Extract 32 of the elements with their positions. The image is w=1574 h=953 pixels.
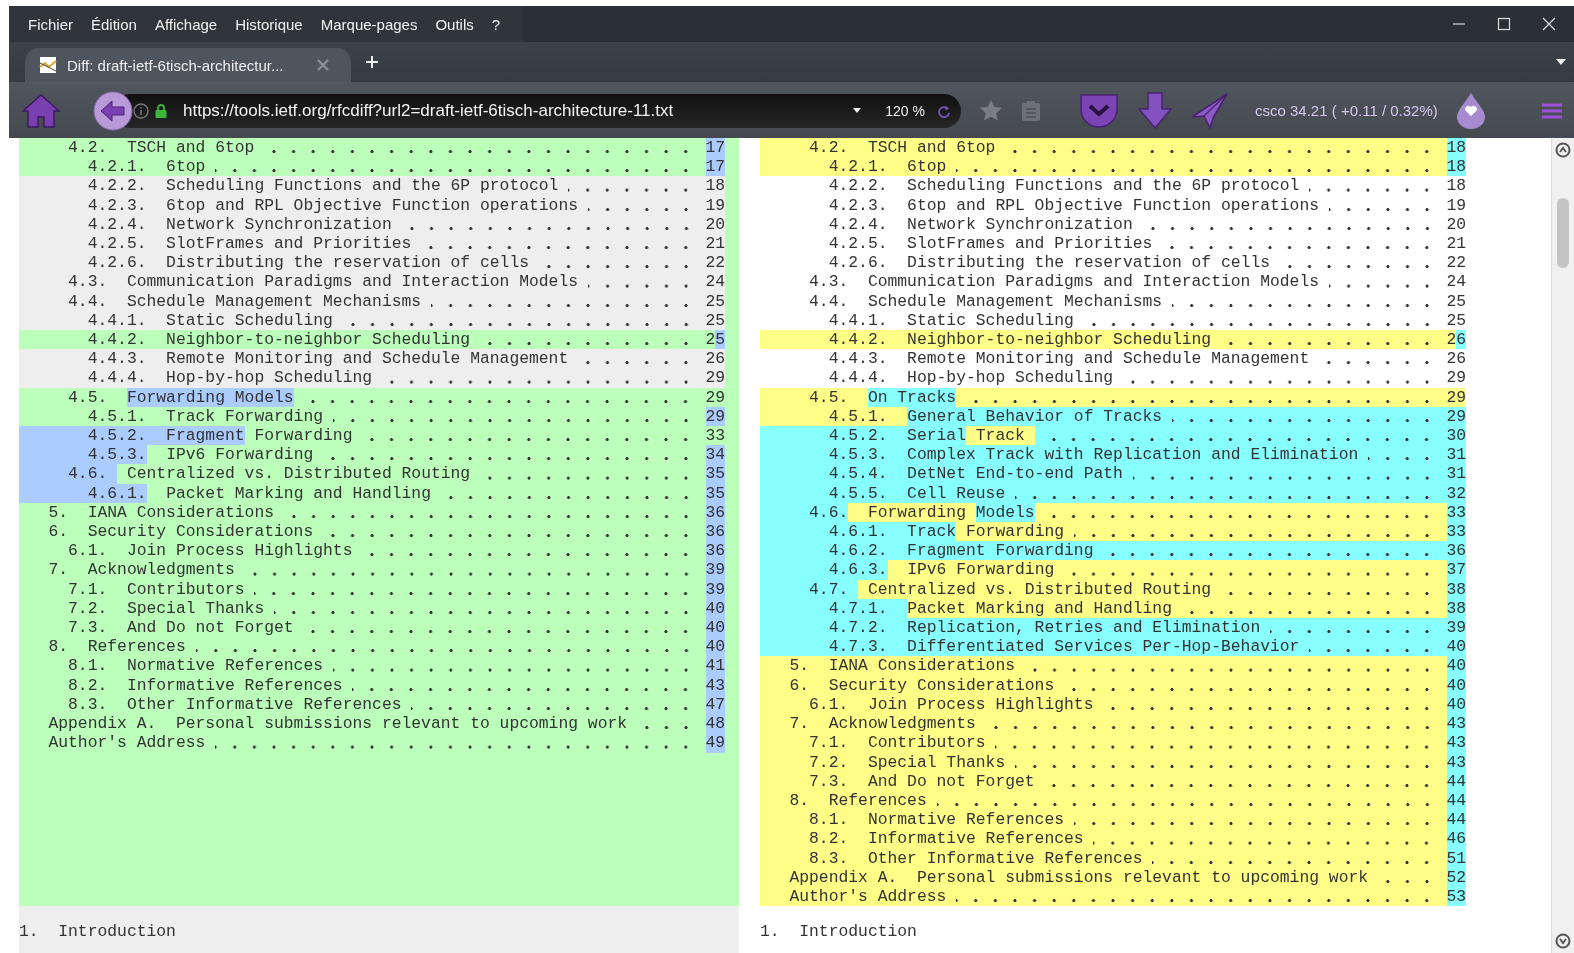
- scroll-up-icon[interactable]: [1555, 142, 1571, 158]
- menu-item[interactable]: Historique: [226, 15, 312, 33]
- menu-item[interactable]: Marque-pages: [311, 15, 427, 33]
- pocket-icon[interactable]: [1079, 92, 1119, 129]
- drop-icon[interactable]: [1455, 91, 1486, 130]
- menu-item[interactable]: ?: [482, 15, 510, 33]
- browser-tab[interactable]: Diff: draft-ietf-6tisch-architectur...: [25, 48, 351, 82]
- scroll-down-icon[interactable]: [1555, 933, 1571, 949]
- paper-plane-icon[interactable]: [1191, 92, 1229, 129]
- lock-icon[interactable]: [155, 103, 167, 118]
- dropdown-icon[interactable]: [1556, 59, 1566, 65]
- clipboard-icon[interactable]: [1021, 99, 1041, 122]
- new-tab-icon[interactable]: [365, 55, 379, 69]
- menu-item[interactable]: Outils: [426, 15, 483, 33]
- document-icon: [39, 56, 57, 74]
- section-heading: 1. Introduction: [760, 922, 917, 942]
- zoom-level[interactable]: 120 %: [885, 102, 925, 119]
- section-heading: 1. Introduction: [19, 922, 176, 942]
- scrollbar[interactable]: [1551, 138, 1574, 953]
- back-icon[interactable]: [93, 90, 133, 131]
- maximize-icon[interactable]: [1497, 17, 1511, 31]
- download-icon[interactable]: [1137, 91, 1173, 130]
- stock-ticker[interactable]: csco 34.21 ( +0.11 / 0.32%): [1255, 102, 1438, 119]
- url-text: https://tools.ietf.org/rfcdiff?url2=draft-ietf-6tisch-architecture-11.txt: [183, 100, 674, 121]
- menu-item[interactable]: Affichage: [145, 15, 227, 33]
- reload-icon[interactable]: [937, 103, 951, 118]
- menu-item[interactable]: Fichier: [19, 15, 82, 33]
- info-icon[interactable]: [133, 102, 149, 119]
- dropdown-icon[interactable]: [853, 108, 862, 113]
- menu-item[interactable]: Édition: [82, 15, 146, 33]
- star-icon[interactable]: [979, 98, 1003, 123]
- scrollbar-thumb[interactable]: [1557, 198, 1569, 268]
